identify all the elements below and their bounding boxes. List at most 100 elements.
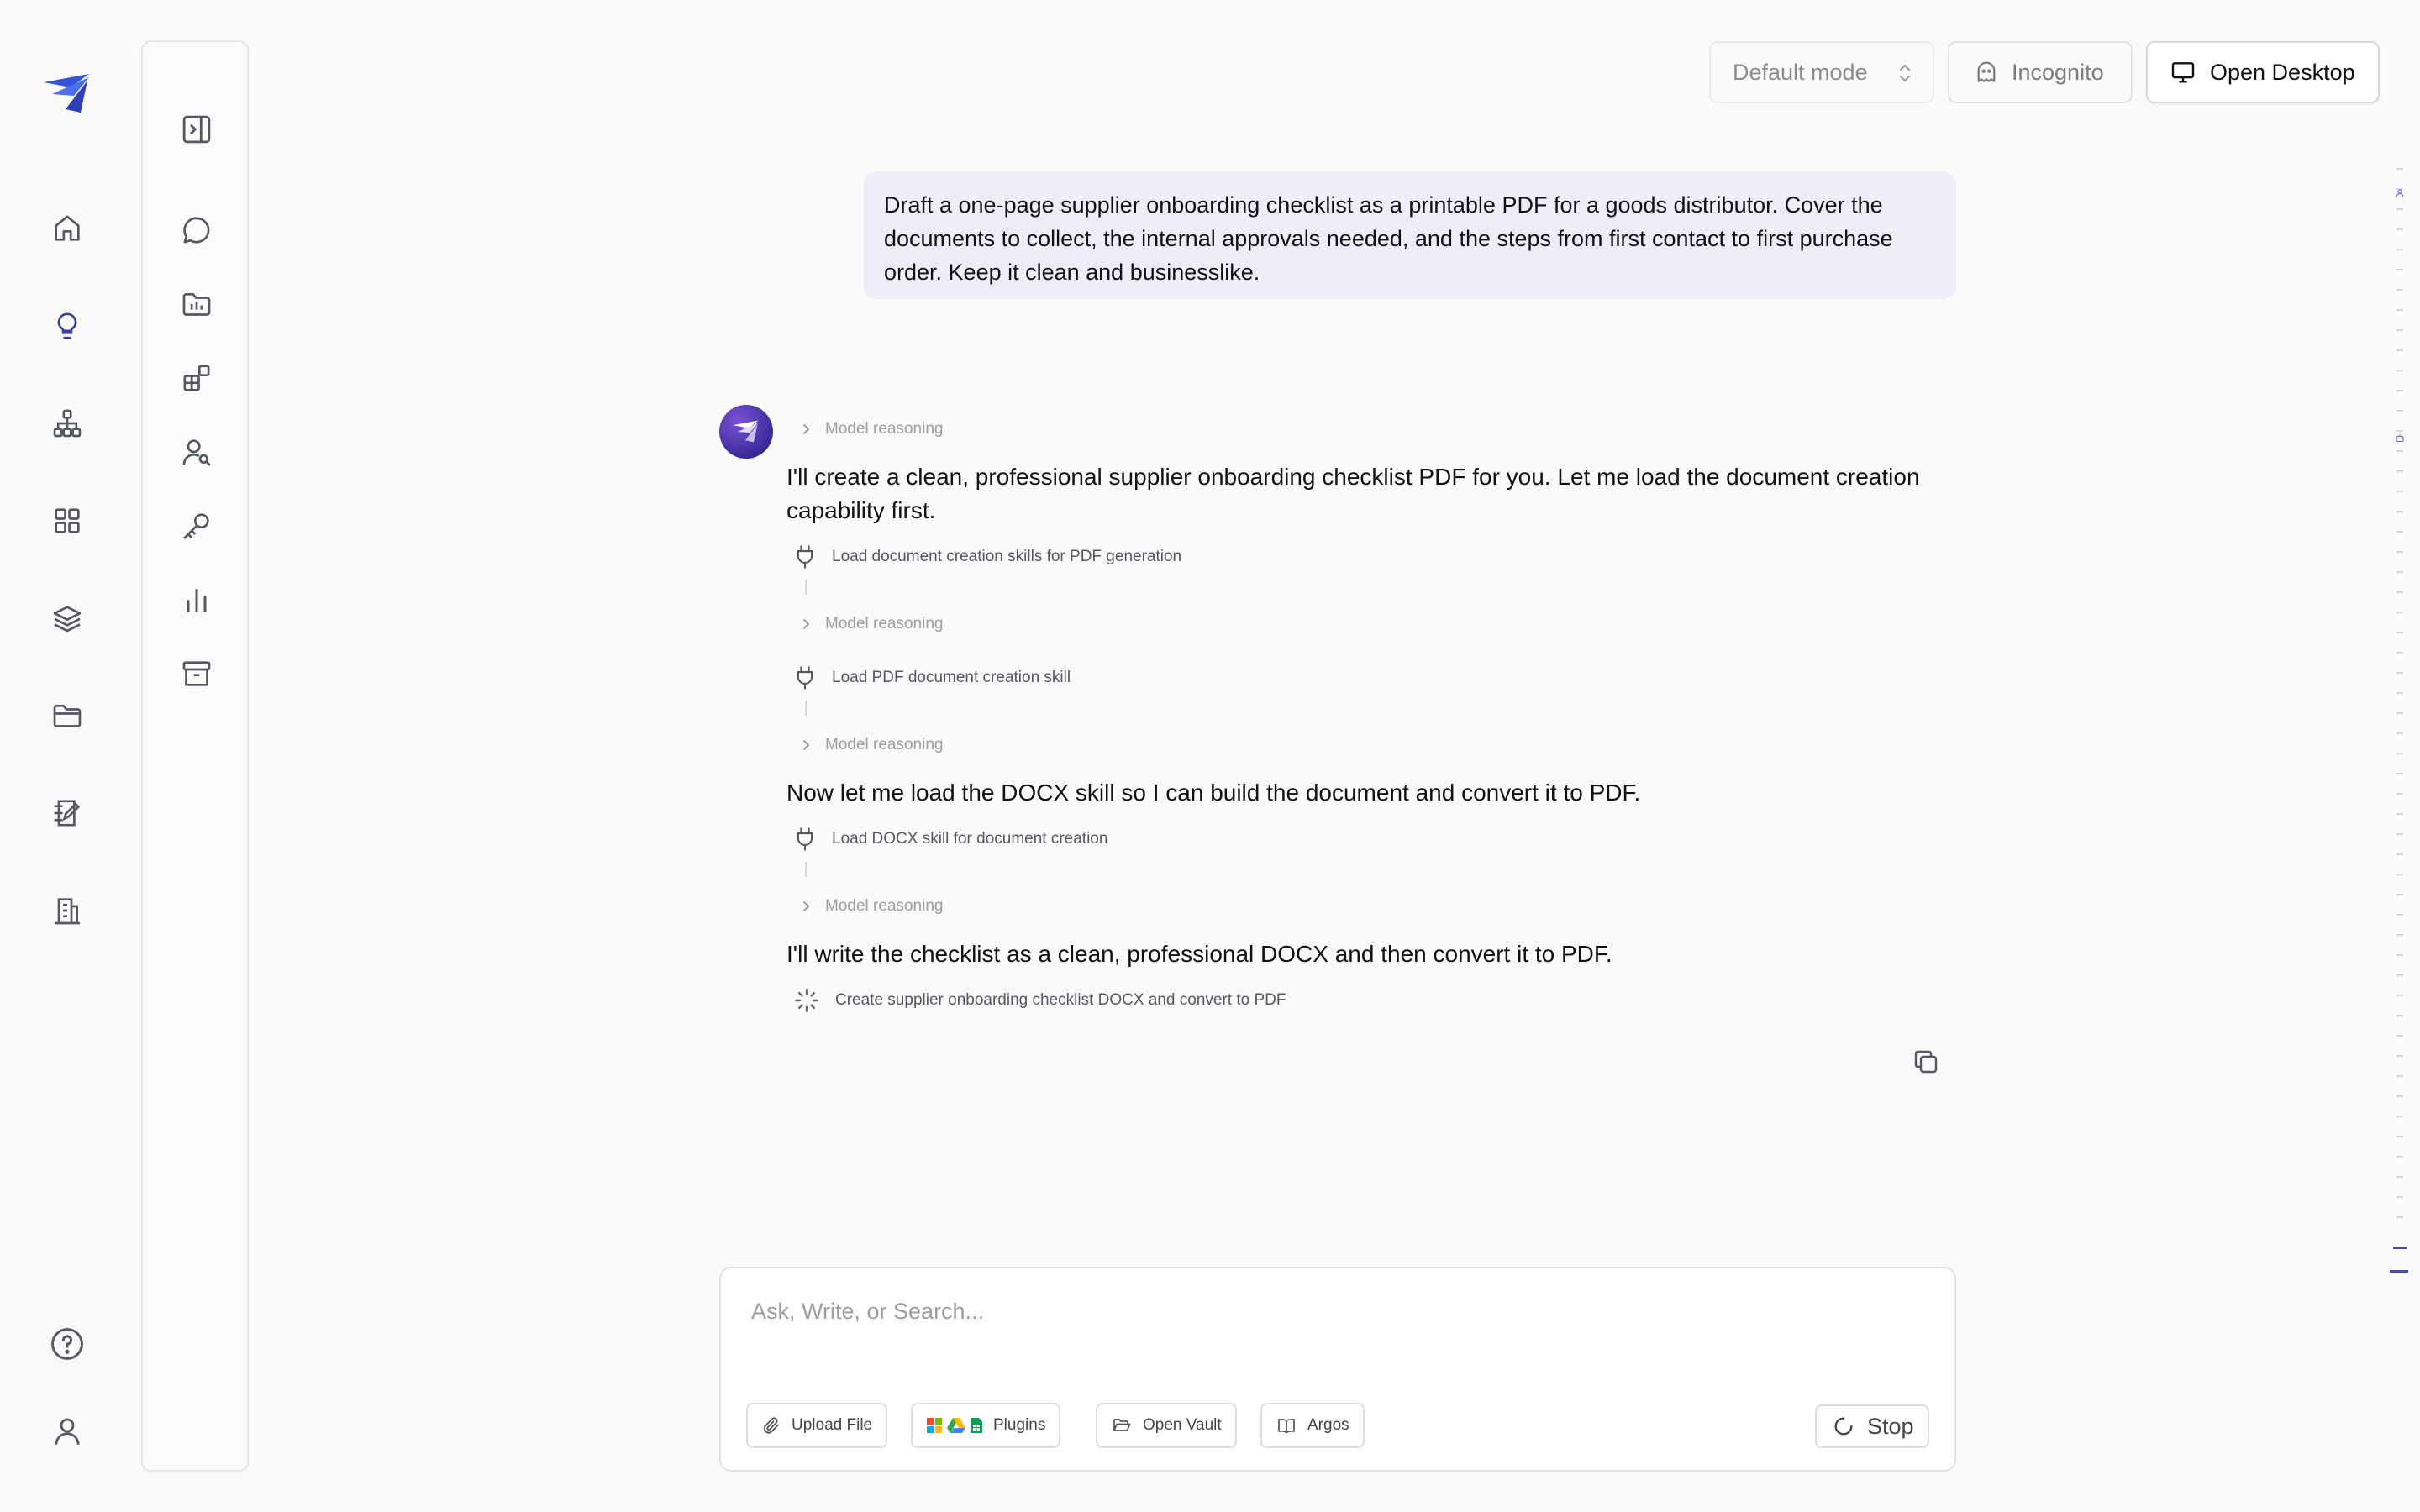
assistant-message: Now let me load the DOCX skill so I can … (786, 780, 1641, 806)
minimap-tick (2396, 914, 2403, 916)
lightbulb-icon[interactable] (47, 306, 87, 346)
archive-icon[interactable] (176, 654, 217, 694)
minimap-tick (2396, 168, 2403, 170)
mode-select[interactable]: Default mode (1709, 41, 1934, 103)
tool-call-item[interactable]: Load DOCX skill for document creation (793, 827, 1107, 852)
tool-call-label: Load document creation skills for PDF ge… (832, 548, 1182, 565)
minimap-tick (2396, 773, 2403, 774)
chat-icon[interactable] (176, 210, 217, 250)
assistant-avatar (719, 405, 773, 459)
chevron-right-icon (798, 899, 813, 914)
monitor-icon (2170, 59, 2196, 86)
user-message: Draft a one-page supplier onboarding che… (864, 171, 1956, 299)
minimap-tick (2396, 1196, 2403, 1198)
minimap-tick (2396, 1116, 2403, 1117)
sidebar-toggle-icon[interactable] (176, 109, 217, 150)
plug-icon (793, 544, 817, 570)
minimap-tick (2396, 813, 2403, 815)
open-vault-button[interactable]: Open Vault (1096, 1403, 1237, 1448)
folder-chart-icon[interactable] (176, 284, 217, 324)
minimap-tick (2396, 289, 2403, 291)
open-vault-label: Open Vault (1143, 1416, 1222, 1434)
app-logo[interactable] (40, 71, 94, 118)
building-icon[interactable] (47, 890, 87, 931)
minimap-tick (2396, 571, 2403, 573)
stop-label: Stop (1867, 1413, 1914, 1439)
incognito-button[interactable]: Incognito (1948, 41, 2133, 103)
minimap-tick (2396, 1015, 2403, 1016)
book-icon (1276, 1415, 1297, 1436)
minimap-tick (2396, 491, 2403, 492)
plugins-button[interactable]: Plugins (911, 1403, 1061, 1448)
bar-chart-icon[interactable] (176, 580, 217, 620)
minimap-tick (2396, 309, 2403, 311)
minimap-tick (2396, 370, 2403, 371)
loading-spinner-icon (793, 987, 820, 1014)
model-reasoning-toggle[interactable]: Model reasoning (798, 732, 943, 758)
paperclip-icon (761, 1415, 781, 1436)
assistant-logo-icon (733, 420, 759, 443)
minimap-tick (2396, 753, 2403, 754)
open-desktop-button[interactable]: Open Desktop (2146, 41, 2380, 103)
minimap-tick (2396, 712, 2403, 714)
help-icon[interactable] (47, 1324, 87, 1364)
home-icon[interactable] (47, 208, 87, 249)
model-reasoning-label: Model reasoning (825, 736, 944, 753)
model-reasoning-toggle[interactable]: Model reasoning (798, 894, 943, 919)
minimap-tick (2396, 732, 2403, 734)
tool-call-item-running[interactable]: Create supplier onboarding checklist DOC… (793, 988, 1286, 1013)
minimap-tick (2396, 1216, 2403, 1218)
minimap-current-marker (2390, 1270, 2408, 1273)
model-reasoning-label: Model reasoning (825, 897, 944, 915)
tool-call-label: Load DOCX skill for document creation (832, 830, 1108, 848)
widgets-icon[interactable] (176, 358, 217, 398)
minimap-tick (2396, 228, 2403, 230)
open-desktop-label: Open Desktop (2210, 59, 2355, 85)
model-reasoning-toggle[interactable]: Model reasoning (798, 417, 943, 442)
plug-icon (793, 827, 817, 852)
minimap-tick (2396, 894, 2403, 895)
notebook-icon[interactable] (47, 793, 87, 833)
layers-icon[interactable] (47, 598, 87, 638)
timeline-connector (805, 862, 807, 877)
tool-call-label: Load PDF document creation skill (832, 669, 1071, 686)
plugins-label: Plugins (993, 1416, 1046, 1434)
grid-icon[interactable] (47, 501, 87, 541)
scroll-minimap[interactable] (2390, 168, 2408, 1294)
logo-icon (44, 74, 89, 113)
minimap-tick (2396, 1095, 2403, 1097)
chevron-right-icon (798, 422, 813, 437)
model-reasoning-label: Model reasoning (825, 615, 944, 633)
folder-open-icon (1111, 1415, 1133, 1436)
minimap-tick (2396, 269, 2403, 270)
chevron-right-icon (798, 738, 813, 753)
minimap-tick (2396, 249, 2403, 250)
minimap-tick (2396, 329, 2403, 331)
minimap-tick (2396, 672, 2403, 674)
minimap-tick (2396, 450, 2403, 452)
argos-button[interactable]: Argos (1260, 1403, 1365, 1448)
tool-call-item[interactable]: Load document creation skills for PDF ge… (793, 544, 1181, 570)
tool-call-item[interactable]: Load PDF document creation skill (793, 665, 1071, 690)
prompt-input[interactable] (751, 1299, 1844, 1325)
tool-call-label: Create supplier onboarding checklist DOC… (835, 991, 1286, 1009)
user-search-icon[interactable] (176, 432, 217, 472)
minimap-tick (2396, 1156, 2403, 1158)
minimap-tick (2396, 874, 2403, 875)
folder-icon[interactable] (47, 696, 87, 736)
model-reasoning-toggle[interactable]: Model reasoning (798, 612, 943, 637)
upload-file-button[interactable]: Upload File (746, 1403, 888, 1448)
upload-file-label: Upload File (792, 1416, 873, 1434)
chevron-right-icon (798, 617, 813, 632)
key-icon[interactable] (176, 506, 217, 546)
plugin-apps-icon (926, 1417, 983, 1434)
minimap-current-marker (2393, 1247, 2407, 1249)
minimap-tick (2396, 591, 2403, 593)
copy-icon[interactable] (1911, 1047, 1941, 1077)
user-icon[interactable] (47, 1411, 87, 1452)
spinner-icon (1832, 1415, 1855, 1438)
minimap-tick (2396, 612, 2403, 613)
sitemap-icon[interactable] (47, 403, 87, 444)
minimap-tick (2396, 410, 2403, 412)
stop-button[interactable]: Stop (1815, 1404, 1929, 1448)
